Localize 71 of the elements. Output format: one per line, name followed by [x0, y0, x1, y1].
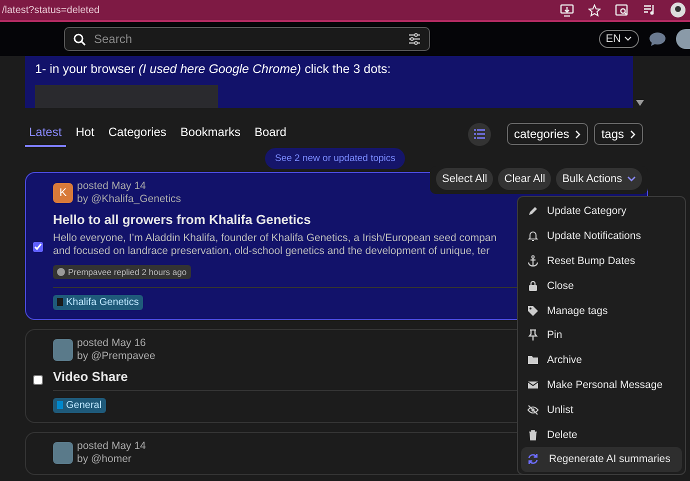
- topic-title[interactable]: Hello to all growers from Khalifa Genetics: [53, 212, 512, 227]
- author-name[interactable]: by @homer: [77, 453, 146, 466]
- category-tag[interactable]: General: [53, 398, 106, 412]
- menu-item[interactable]: Update Category: [521, 199, 682, 224]
- new-topics-toast[interactable]: See 2 new or updated topics: [265, 148, 406, 169]
- nav-tab[interactable]: Hot: [72, 121, 98, 147]
- bulk-button[interactable]: Clear All: [498, 168, 552, 190]
- anchor-icon: [527, 254, 539, 267]
- list-icon: [474, 129, 485, 139]
- banner-text: 1- in your browser (I used here Google Chrome) click the 3 dots:: [35, 62, 392, 76]
- bulk-button[interactable]: Bulk Actions: [556, 168, 642, 190]
- nav-tab[interactable]: Board: [250, 121, 290, 147]
- lock-icon: [527, 280, 539, 292]
- envelope-icon: [527, 378, 539, 391]
- refresh-icon: [527, 453, 539, 466]
- chevron-down-icon: [627, 176, 636, 182]
- language-button[interactable]: EN: [598, 30, 639, 48]
- star-icon[interactable]: [588, 4, 601, 16]
- trash-icon: [527, 428, 539, 441]
- chevron-down-icon: [624, 36, 632, 42]
- search-input[interactable]: Search: [92, 31, 402, 47]
- bulk-button[interactable]: Select All: [436, 168, 494, 190]
- menu-item[interactable]: Unlist: [521, 397, 682, 422]
- nav-tab[interactable]: Bookmarks: [176, 121, 244, 147]
- last-reply-badge: Prempavee replied 2 hours ago: [53, 265, 191, 279]
- address-bar-url[interactable]: /latest?status=deleted: [2, 4, 100, 16]
- chevron-right-icon: [630, 130, 636, 138]
- avatar-photo-placeholder: [53, 442, 73, 464]
- chat-bubble-icon[interactable]: [649, 32, 666, 46]
- list-view-button[interactable]: [468, 122, 491, 146]
- search-icon: [73, 32, 86, 46]
- pin-icon: [527, 329, 539, 342]
- avatar-photo-placeholder: [53, 339, 73, 361]
- user-avatar[interactable]: [676, 29, 690, 49]
- search-page-icon[interactable]: [615, 4, 629, 16]
- topic-excerpt: Hello everyone, I’m Aladdin Khalifa, founder of Khalifa Genetics, a Irish/European seed compan and focused on landrace preservation, old-school genetics and the development of unique, ter: [53, 232, 498, 258]
- folder-icon: [527, 354, 539, 366]
- menu-item[interactable]: Regenerate AI summaries: [521, 446, 682, 472]
- menu-item[interactable]: Close: [521, 273, 682, 298]
- topic-title[interactable]: Video Share: [53, 369, 512, 384]
- install-icon[interactable]: [560, 4, 574, 16]
- eye-slash-icon: [527, 404, 539, 416]
- chevron-right-icon: [575, 130, 582, 138]
- filter-sliders-icon[interactable]: [408, 33, 421, 45]
- category-tag[interactable]: Khalifa Genetics: [53, 294, 143, 310]
- menu-item[interactable]: Reset Bump Dates: [521, 248, 682, 274]
- menu-item[interactable]: Archive: [521, 348, 682, 373]
- scroll-down-arrow-icon[interactable]: [636, 100, 644, 106]
- search-field[interactable]: Search: [64, 27, 430, 51]
- nav-tab[interactable]: Categories: [104, 121, 170, 147]
- author-name[interactable]: by @Khalifa_Genetics: [77, 193, 182, 206]
- filter-dropdown[interactable]: categories: [506, 123, 588, 145]
- posted-date: posted May 14: [77, 440, 146, 453]
- filter-dropdown[interactable]: tags: [594, 123, 643, 145]
- topic-checkbox[interactable]: [33, 242, 43, 252]
- tag-icon: [527, 304, 539, 317]
- pencil-icon: [527, 205, 539, 218]
- posted-date: posted May 16: [77, 337, 147, 350]
- bell-icon: [527, 230, 539, 242]
- menu-item[interactable]: Delete: [521, 422, 682, 447]
- menu-item[interactable]: Pin: [521, 322, 682, 348]
- nav-tab[interactable]: Latest: [25, 121, 66, 147]
- menu-item[interactable]: Manage tags: [521, 298, 682, 323]
- menu-item[interactable]: Update Notifications: [521, 224, 682, 249]
- posted-date: posted May 14: [77, 180, 147, 193]
- playlist-icon[interactable]: [643, 4, 656, 16]
- menu-item[interactable]: Make Personal Message: [521, 372, 682, 398]
- profile-avatar-icon[interactable]: [670, 2, 686, 18]
- topic-checkbox[interactable]: [33, 375, 43, 385]
- author-name[interactable]: by @Prempavee: [77, 350, 156, 363]
- letter-avatar: K: [53, 183, 73, 203]
